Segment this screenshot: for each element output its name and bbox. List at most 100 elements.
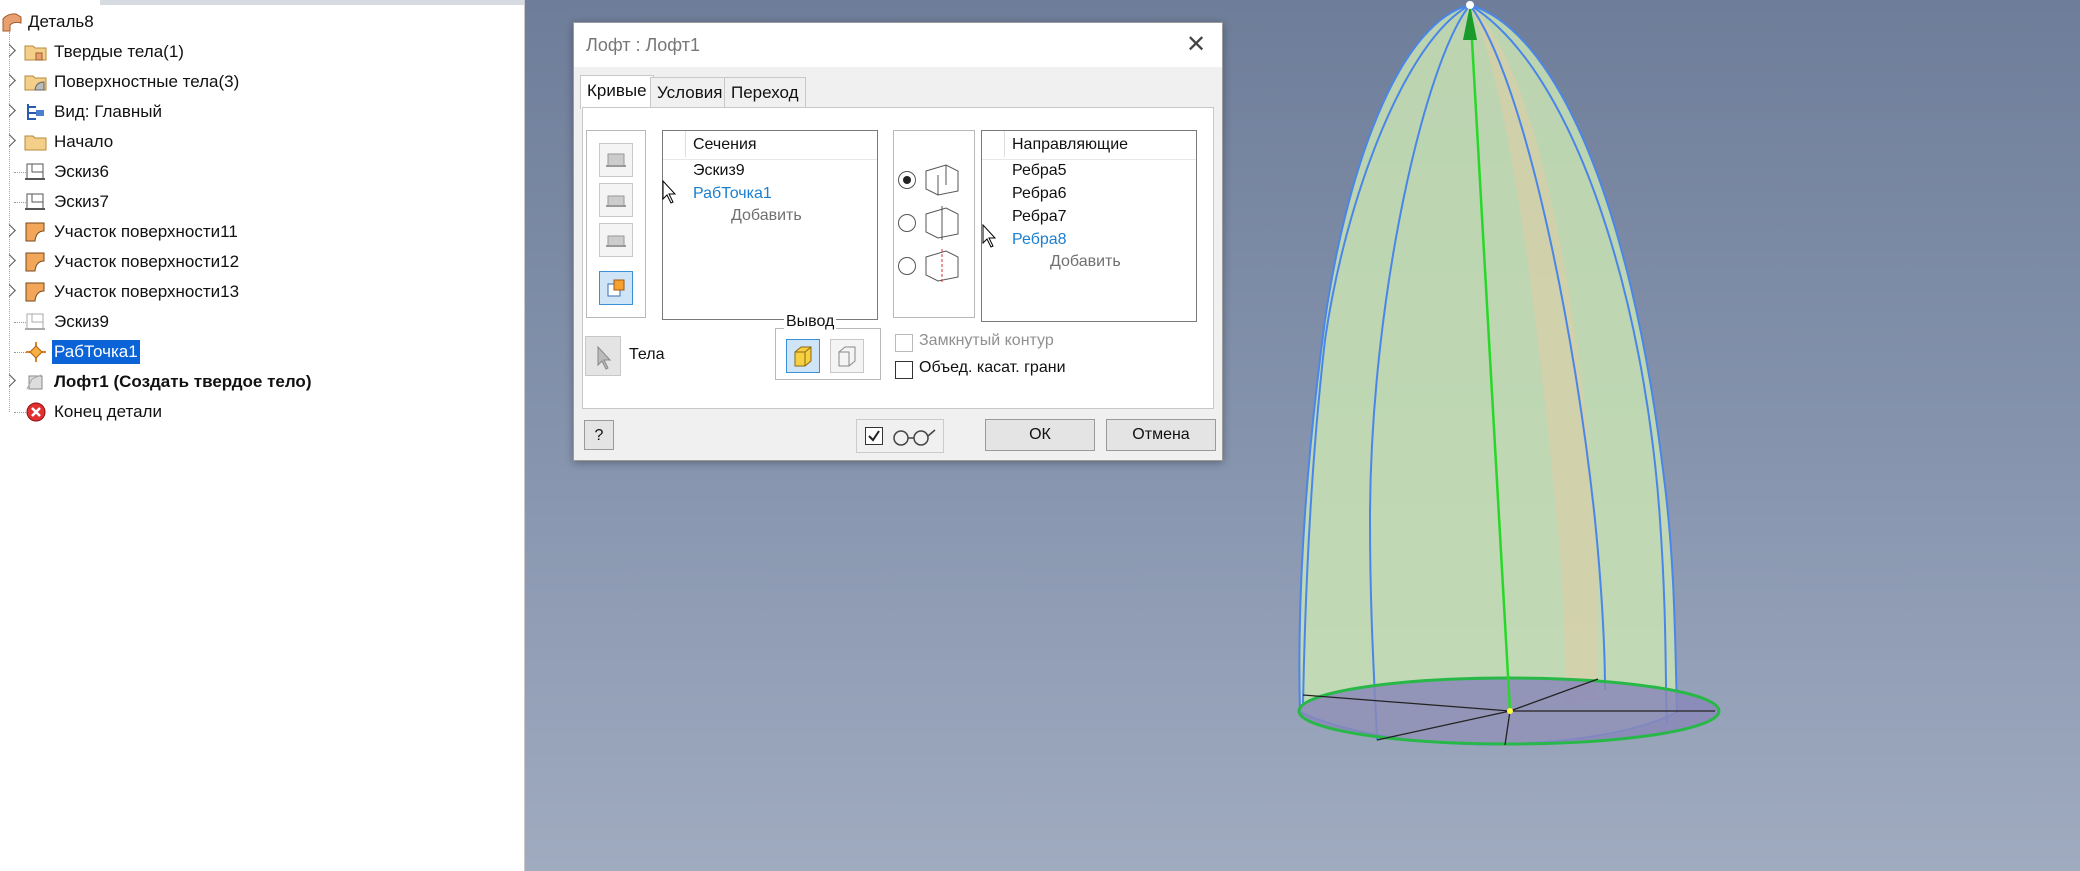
tree-item-surface12[interactable]: Участок поверхности12 (0, 247, 524, 277)
sections-list[interactable]: Сечения Эскиз9 РабТочка1 Добавить (662, 130, 878, 320)
move-down-button[interactable] (599, 223, 633, 257)
rails-mode-icon (925, 164, 959, 196)
work-point-icon (26, 342, 46, 362)
tree-item-surface13[interactable]: Участок поверхности13 (0, 277, 524, 307)
surface-patch-icon (25, 222, 45, 242)
tree-item-label: Участок поверхности11 (54, 222, 238, 241)
tree-item-sketch6[interactable]: Эскиз6 (0, 157, 524, 187)
sketch-select-button[interactable] (599, 143, 633, 177)
tree-item-label: Эскиз6 (54, 162, 109, 181)
tree-item-label: Участок поверхности13 (54, 282, 240, 301)
closed-loop-checkbox[interactable] (895, 334, 913, 352)
move-up-button[interactable] (599, 183, 633, 217)
tab-conditions[interactable]: Условия (650, 77, 730, 108)
output-surface-button[interactable] (830, 339, 864, 373)
close-icon[interactable]: ✕ (1182, 31, 1210, 59)
tree-item-surface-bodies[interactable]: Поверхностные тела(3) (0, 67, 524, 97)
expand-arrow-icon[interactable] (3, 254, 16, 267)
solid-icon (794, 346, 812, 367)
area-loft-icon (925, 249, 959, 283)
tree-item-workpoint1[interactable]: РабТочка1 (0, 337, 524, 367)
rails-list[interactable]: Направляющие Ребра5 Ребра6 Ребра7 Ребра8… (981, 130, 1197, 322)
tree-item-label: Вид: Главный (54, 102, 162, 121)
add-section-button[interactable] (599, 271, 633, 305)
tree-item-label: Участок поверхности12 (54, 252, 240, 271)
surface-bodies-folder-icon (24, 75, 47, 91)
help-icon: ? (594, 427, 604, 444)
expand-arrow-icon[interactable] (3, 284, 16, 297)
tab-curves-panel: Сечения Эскиз9 РабТочка1 Добавить Направ… (582, 107, 1214, 409)
rails-add[interactable]: Добавить (1050, 253, 1121, 271)
output-group: Вывод (775, 313, 881, 380)
tree-item-label-selected: РабТочка1 (52, 340, 140, 364)
end-of-part-icon (26, 402, 46, 422)
solid-bodies-folder-icon (24, 45, 47, 61)
ok-button[interactable]: ОК (985, 419, 1095, 451)
tree-item-label: Лофт1 (Создать твердое тело) (54, 372, 312, 391)
tree-item-label: Эскиз7 (54, 192, 109, 211)
help-button[interactable]: ? (584, 420, 614, 450)
output-label: Вывод (784, 313, 837, 331)
list-item[interactable]: Ребра8 (1012, 231, 1067, 249)
expand-arrow-icon[interactable] (3, 134, 16, 147)
rails-mode-radio[interactable] (898, 171, 916, 189)
dialog-titlebar[interactable]: Лофт : Лофт1 ✕ (574, 23, 1222, 67)
surface-icon (838, 346, 856, 367)
tree-item-surface11[interactable]: Участок поверхности11 (0, 217, 524, 247)
tab-transition[interactable]: Переход (724, 77, 806, 108)
tab-curves[interactable]: Кривые (580, 75, 654, 109)
tree-item-end-of-part[interactable]: Конец детали (0, 397, 524, 427)
expand-arrow-icon[interactable] (3, 374, 16, 387)
expand-arrow-icon[interactable] (3, 104, 16, 117)
mouse-cursor-icon (662, 180, 677, 204)
tree-item-label: Твердые тела(1) (54, 42, 184, 61)
sketch-icon (25, 193, 45, 210)
expand-arrow-icon[interactable] (3, 44, 16, 57)
cancel-button[interactable]: Отмена (1106, 419, 1216, 451)
tree-item-sketch7[interactable]: Эскиз7 (0, 187, 524, 217)
sketch-plane-icon (606, 153, 626, 167)
tree-item-view[interactable]: Вид: Главный (0, 97, 524, 127)
surface-patch-icon (25, 252, 45, 272)
list-item[interactable]: Ребра6 (1012, 185, 1067, 203)
sketch-icon (25, 313, 45, 330)
loft-mode-frame (893, 130, 975, 318)
view-rep-icon (27, 104, 44, 120)
glasses-icon (893, 429, 936, 446)
tree-item-part[interactable]: Деталь8 (0, 7, 524, 37)
tree-item-origin[interactable]: Начало (0, 127, 524, 157)
tree-item-sketch9[interactable]: Эскиз9 (0, 307, 524, 337)
sections-add[interactable]: Добавить (731, 207, 802, 225)
expand-arrow-icon[interactable] (3, 74, 16, 87)
list-item[interactable]: Ребра5 (1012, 162, 1067, 180)
sketch-icon (25, 163, 45, 180)
expand-arrow-icon[interactable] (3, 224, 16, 237)
browser-top-border (100, 0, 524, 5)
merge-tangent-checkbox[interactable] (895, 361, 913, 379)
tree-item-label: Конец детали (54, 402, 162, 421)
section-tools-frame (586, 130, 646, 318)
area-loft-radio[interactable] (898, 257, 916, 275)
bodies-select-button[interactable] (585, 336, 621, 376)
checkmark-icon (868, 430, 880, 442)
tree-item-loft1[interactable]: Лофт1 (Создать твердое тело) (0, 367, 524, 397)
origin-folder-icon (24, 135, 47, 151)
loft-icon (26, 374, 43, 390)
dialog-title: Лофт : Лофт1 (586, 35, 700, 55)
list-item[interactable]: РабТочка1 (693, 185, 772, 203)
model-browser: Деталь8 Твердые тела(1) Поверхностные те… (0, 0, 525, 871)
bodies-label: Тела (629, 346, 665, 363)
tree-item-solid-bodies[interactable]: Твердые тела(1) (0, 37, 524, 67)
sketch-plane-icon (606, 235, 626, 247)
output-solid-button[interactable] (786, 339, 820, 373)
preview-checkbox[interactable] (865, 427, 883, 445)
list-item[interactable]: Эскиз9 (693, 162, 745, 180)
preview-group (856, 419, 944, 453)
sections-header: Сечения (693, 136, 757, 153)
tree-item-label: Деталь8 (28, 12, 94, 31)
loft-dialog: Лофт : Лофт1 ✕ Кривые Условия Переход Се… (573, 22, 1223, 461)
list-item[interactable]: Ребра7 (1012, 208, 1067, 226)
surface-patch-icon (25, 282, 45, 302)
centerline-mode-radio[interactable] (898, 214, 916, 232)
tree-item-label: Поверхностные тела(3) (54, 72, 240, 91)
